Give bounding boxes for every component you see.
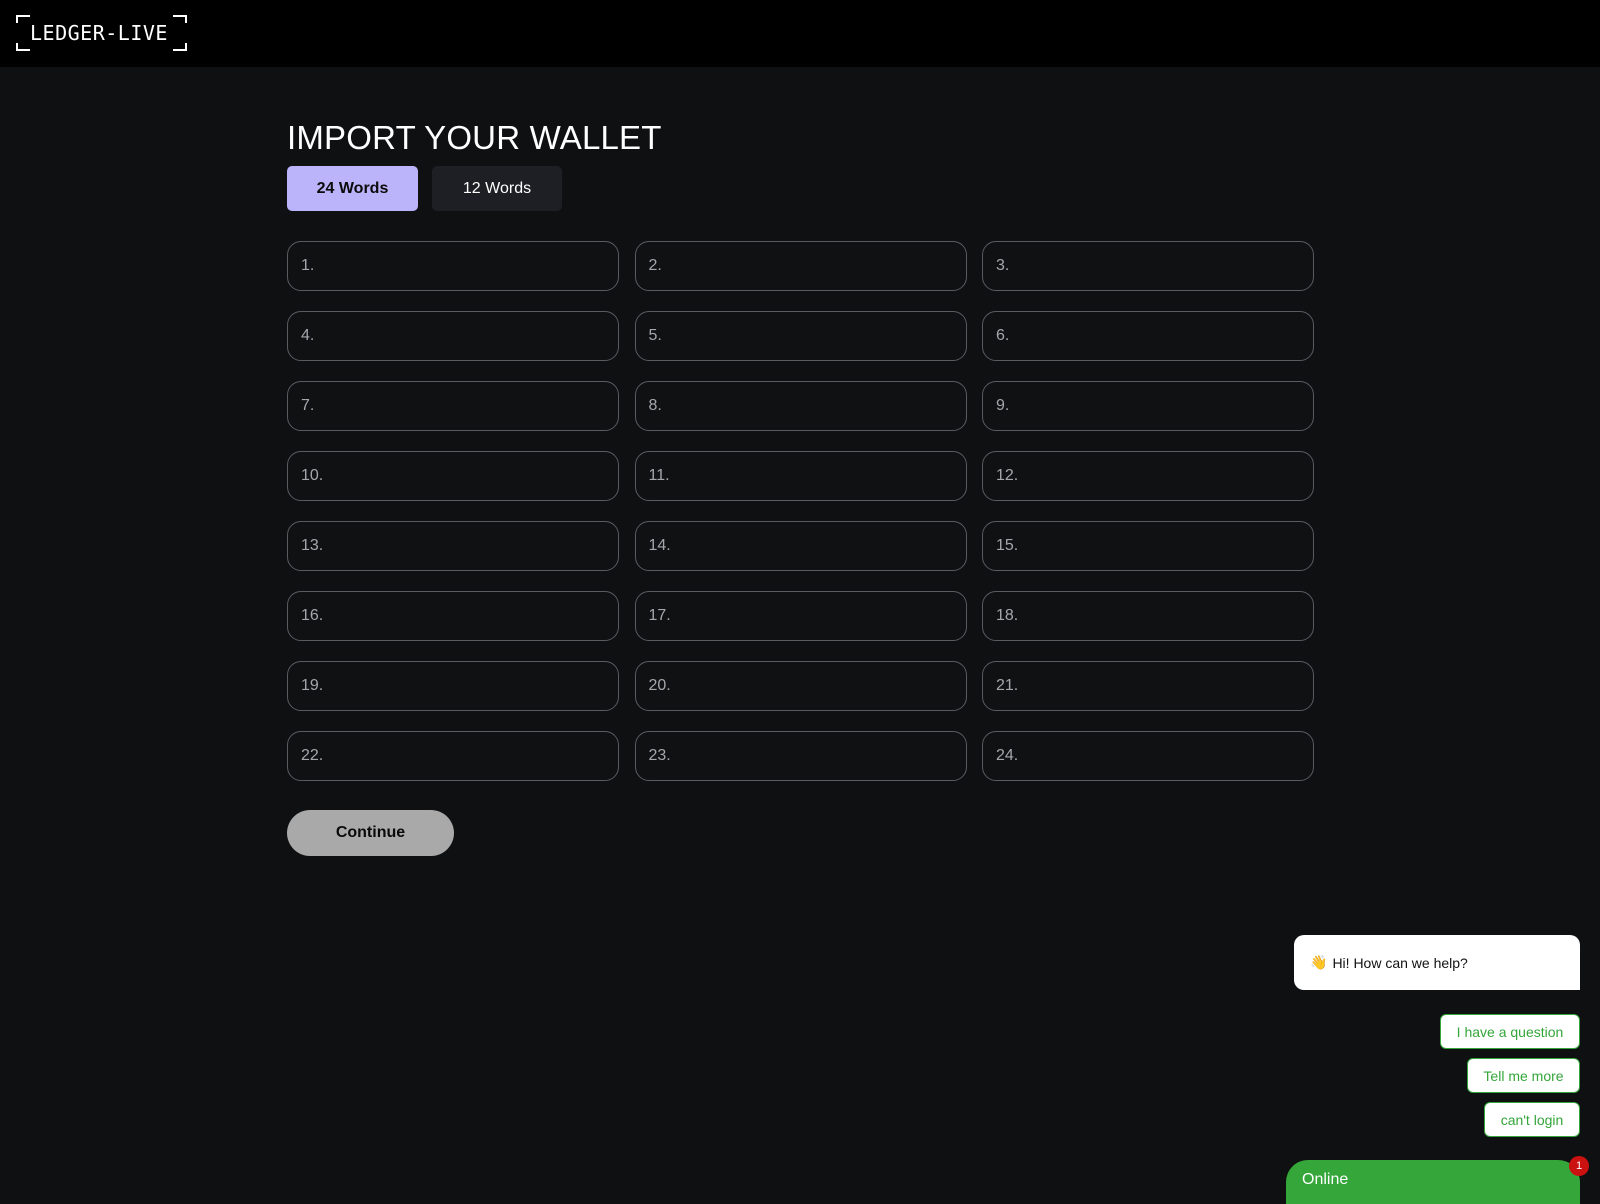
import-wallet-panel: IMPORT YOUR WALLET 24 Words 12 Words 1. 2… (287, 118, 1314, 856)
word-field-label: 19. (301, 677, 324, 694)
word-field-label: 14. (648, 537, 671, 554)
word-field-13[interactable]: 13. (287, 521, 619, 571)
word-field-1[interactable]: 1. (287, 241, 619, 291)
word-field-24[interactable]: 24. (982, 731, 1314, 781)
word-field-5[interactable]: 5. (634, 311, 967, 361)
word-field-label: 15. (996, 537, 1019, 554)
word-field-19[interactable]: 19. (287, 661, 619, 711)
word-field-label: 8. (648, 397, 662, 414)
word-field-6[interactable]: 6. (982, 311, 1314, 361)
word-input-12[interactable] (1018, 452, 1313, 500)
word-field-label: 2. (648, 257, 662, 274)
word-input-2[interactable] (661, 242, 966, 290)
word-field-label: 4. (301, 327, 315, 344)
word-input-20[interactable] (670, 662, 966, 710)
chat-notification-badge: 1 (1569, 1156, 1589, 1176)
word-field-label: 20. (648, 677, 671, 694)
word-field-label: 17. (648, 607, 671, 624)
word-field-label: 23. (648, 747, 671, 764)
word-field-label: 6. (996, 327, 1010, 344)
ledger-live-logo[interactable]: LEDGER-LIVE (14, 15, 189, 51)
word-field-label: 7. (301, 397, 315, 414)
word-field-label: 9. (996, 397, 1010, 414)
logo-text: LEDGER-LIVE (30, 21, 168, 45)
continue-button[interactable]: Continue (287, 810, 454, 856)
tab-24-words[interactable]: 24 Words (287, 166, 418, 211)
word-field-label: 5. (648, 327, 662, 344)
word-field-label: 16. (301, 607, 324, 624)
word-input-6[interactable] (1009, 312, 1313, 360)
word-field-label: 13. (301, 537, 324, 554)
word-field-label: 18. (996, 607, 1019, 624)
chat-greeting-bubble: 👋 Hi! How can we help? (1294, 935, 1580, 990)
word-input-10[interactable] (323, 452, 618, 500)
chat-greeting-text: Hi! How can we help? (1332, 954, 1468, 971)
page-title: IMPORT YOUR WALLET (287, 119, 662, 156)
word-field-14[interactable]: 14. (634, 521, 967, 571)
chat-status-label: Online (1302, 1171, 1349, 1188)
word-field-label: 22. (301, 747, 324, 764)
word-input-7[interactable] (314, 382, 618, 430)
word-field-17[interactable]: 17. (634, 591, 967, 641)
word-input-5[interactable] (661, 312, 966, 360)
recovery-phrase-grid: 1. 2. 3. 4. 5. 6. 7. 8. 9. 10. 11. 12. 13. 14. 15. 16. 1… (287, 241, 1314, 781)
word-field-9[interactable]: 9. (982, 381, 1314, 431)
word-input-15[interactable] (1018, 522, 1313, 570)
word-field-label: 12. (996, 467, 1019, 484)
word-input-21[interactable] (1018, 662, 1313, 710)
word-input-24[interactable] (1018, 732, 1313, 780)
word-input-8[interactable] (661, 382, 966, 430)
word-input-17[interactable] (670, 592, 966, 640)
word-field-10[interactable]: 10. (287, 451, 619, 501)
word-field-11[interactable]: 11. (634, 451, 967, 501)
word-field-15[interactable]: 15. (982, 521, 1314, 571)
word-field-label: 11. (648, 467, 670, 484)
word-field-12[interactable]: 12. (982, 451, 1314, 501)
word-field-3[interactable]: 3. (982, 241, 1314, 291)
word-input-13[interactable] (323, 522, 618, 570)
word-input-22[interactable] (323, 732, 618, 780)
quick-reply-question[interactable]: I have a question (1440, 1014, 1580, 1049)
word-input-4[interactable] (314, 312, 618, 360)
quick-reply-tell-more[interactable]: Tell me more (1467, 1058, 1580, 1093)
tab-12-words[interactable]: 12 Words (432, 166, 562, 211)
quick-reply-cant-login[interactable]: can't login (1484, 1102, 1580, 1137)
word-field-23[interactable]: 23. (634, 731, 967, 781)
word-input-16[interactable] (323, 592, 618, 640)
word-field-label: 24. (996, 747, 1019, 764)
word-field-20[interactable]: 20. (634, 661, 967, 711)
waving-hand-icon: 👋 (1310, 954, 1328, 970)
word-field-21[interactable]: 21. (982, 661, 1314, 711)
word-input-3[interactable] (1009, 242, 1313, 290)
chat-online-bar[interactable]: Online (1286, 1160, 1580, 1204)
word-field-label: 10. (301, 467, 324, 484)
word-field-16[interactable]: 16. (287, 591, 619, 641)
word-field-label: 3. (996, 257, 1010, 274)
word-input-1[interactable] (314, 242, 618, 290)
word-field-22[interactable]: 22. (287, 731, 619, 781)
word-input-23[interactable] (670, 732, 966, 780)
word-field-2[interactable]: 2. (634, 241, 967, 291)
word-field-label: 21. (996, 677, 1019, 694)
word-input-14[interactable] (670, 522, 966, 570)
word-count-tabs: 24 Words 12 Words (287, 166, 562, 211)
word-field-18[interactable]: 18. (982, 591, 1314, 641)
word-field-label: 1. (301, 257, 315, 274)
word-input-11[interactable] (669, 452, 966, 500)
word-input-18[interactable] (1018, 592, 1313, 640)
word-field-7[interactable]: 7. (287, 381, 619, 431)
word-field-4[interactable]: 4. (287, 311, 619, 361)
top-bar: LEDGER-LIVE (0, 0, 1600, 67)
word-input-9[interactable] (1009, 382, 1313, 430)
word-field-8[interactable]: 8. (634, 381, 967, 431)
word-input-19[interactable] (323, 662, 618, 710)
